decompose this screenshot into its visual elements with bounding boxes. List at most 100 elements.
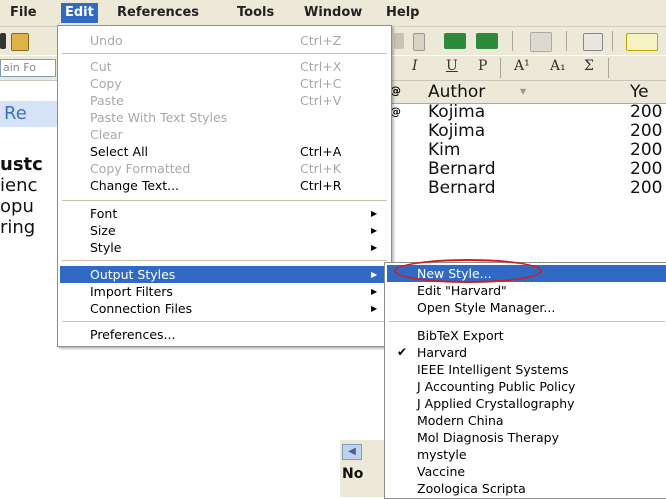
shortcut-label: Ctrl+R [300, 178, 342, 193]
menu-item-import-filters[interactable]: Import Filters ▶ [60, 283, 389, 300]
submenu-arrow-icon: ▶ [371, 209, 378, 218]
style-item[interactable]: Modern China [387, 412, 666, 429]
font-field[interactable]: ain Fo [0, 59, 56, 77]
menu-separator [62, 53, 387, 54]
style-label: IEEE Intelligent Systems [417, 362, 569, 377]
submenu-item-open-style-manager[interactable]: Open Style Manager... [387, 299, 666, 316]
open-folder-icon[interactable] [11, 33, 29, 51]
submenu-item-label: Open Style Manager... [417, 300, 556, 315]
scroll-left-button[interactable]: ◀ [342, 444, 362, 460]
menu-item-select-all[interactable]: Select All Ctrl+A [60, 143, 389, 160]
menu-edit[interactable]: Edit [61, 3, 98, 23]
sort-arrow-icon: ▼ [520, 87, 527, 96]
author-cell: Kojima [428, 121, 486, 141]
menu-item-copy[interactable]: Copy Ctrl+C [60, 75, 389, 92]
toolbar-arrow-icon[interactable] [394, 33, 404, 49]
style-label: mystyle [417, 447, 467, 462]
menu-separator [62, 260, 387, 261]
annotation-circle [394, 259, 542, 283]
menu-item-preferences[interactable]: Preferences... [60, 326, 389, 343]
menu-item-paste-with-text-styles[interactable]: Paste With Text Styles [60, 109, 389, 126]
style-item[interactable]: Mol Diagnosis Therapy [387, 429, 666, 446]
toolbar-bracket-icon[interactable] [413, 33, 425, 51]
toolbar-separator [608, 58, 609, 78]
menu-separator [62, 321, 387, 322]
preview-pane-strip: ◀ No [340, 440, 387, 497]
menu-references[interactable]: References [113, 3, 203, 23]
left-panel-title: Re [4, 103, 27, 124]
author-column-header[interactable]: Author [428, 82, 485, 102]
menu-item-style[interactable]: Style ▶ [60, 239, 389, 256]
output-styles-submenu: New Style... Edit "Harvard" Open Style M… [384, 262, 666, 499]
menu-item-font[interactable]: Font ▶ [60, 205, 389, 222]
submenu-item-edit-harvard[interactable]: Edit "Harvard" [387, 282, 666, 299]
year-cell: 200 [630, 121, 663, 141]
style-label: Vaccine [417, 464, 466, 479]
menu-help[interactable]: Help [382, 3, 423, 23]
menu-item-cut[interactable]: Cut Ctrl+X [60, 58, 389, 75]
author-cell: Bernard [428, 178, 496, 198]
menu-item-label: Paste With Text Styles [90, 110, 228, 125]
left-text-line: ustc [0, 154, 43, 175]
author-cell: Kim [428, 140, 461, 160]
menu-item-label: Style [90, 240, 122, 255]
style-item[interactable]: BibTeX Export [387, 327, 666, 344]
underline-button[interactable]: U [446, 58, 458, 74]
format-bibliography-icon[interactable] [476, 33, 498, 49]
left-text-line: opu [0, 196, 34, 217]
style-item[interactable]: J Accounting Public Policy [387, 378, 666, 395]
menu-item-change-text[interactable]: Change Text... Ctrl+R [60, 177, 389, 194]
style-label: Mol Diagnosis Therapy [417, 430, 559, 445]
shortcut-label: Ctrl+A [300, 144, 342, 159]
menu-window[interactable]: Window [300, 3, 366, 23]
year-cell: 200 [630, 178, 663, 198]
submenu-arrow-icon: ▶ [371, 304, 378, 313]
style-item[interactable]: Vaccine [387, 463, 666, 480]
left-panel-header: Re [0, 101, 60, 127]
menu-item-connection-files[interactable]: Connection Files ▶ [60, 300, 389, 317]
new-icon[interactable] [0, 33, 6, 49]
menu-item-label: Select All [90, 144, 149, 159]
menu-separator [389, 321, 665, 322]
menu-file[interactable]: File [6, 3, 41, 23]
year-column-header[interactable]: Ye [630, 82, 649, 102]
preview-label: No [342, 466, 364, 482]
menu-tools[interactable]: Tools [233, 3, 278, 23]
checkmark-icon: ✔ [397, 345, 408, 359]
menu-item-undo[interactable]: Undo Ctrl+Z [60, 32, 389, 49]
menu-item-label: Cut [90, 59, 112, 74]
subscript-button[interactable]: A₁ [550, 58, 566, 74]
menu-item-label: Size [90, 223, 116, 238]
insert-citation-icon[interactable] [444, 33, 466, 49]
menu-item-label: Output Styles [90, 267, 176, 282]
shortcut-label: Ctrl+V [300, 93, 342, 108]
symbol-button[interactable]: Σ [584, 58, 594, 74]
year-cell: 200 [630, 159, 663, 179]
toolbar-separator [566, 31, 567, 51]
style-item[interactable]: mystyle [387, 446, 666, 463]
menu-item-size[interactable]: Size ▶ [60, 222, 389, 239]
submenu-arrow-icon: ▶ [371, 226, 378, 235]
style-label: J Applied Crystallography [417, 396, 575, 411]
style-item-harvard[interactable]: ✔ Harvard [387, 344, 666, 361]
menu-item-copy-formatted[interactable]: Copy Formatted Ctrl+K [60, 160, 389, 177]
menu-item-paste[interactable]: Paste Ctrl+V [60, 92, 389, 109]
style-item[interactable]: IEEE Intelligent Systems [387, 361, 666, 378]
author-cell: Bernard [428, 159, 496, 179]
spellcheck-icon[interactable] [530, 32, 552, 52]
menu-item-clear[interactable]: Clear [60, 126, 389, 143]
window-icon[interactable] [583, 33, 603, 51]
italic-button[interactable]: I [412, 58, 418, 74]
preview-icon[interactable] [626, 33, 658, 51]
style-item[interactable]: J Applied Crystallography [387, 395, 666, 412]
menu-item-label: Copy Formatted [90, 161, 191, 176]
left-text-line: ring [0, 217, 36, 238]
menu-item-output-styles[interactable]: Output Styles ▶ [60, 266, 389, 283]
style-item[interactable]: Zoologica Scripta [387, 480, 666, 497]
submenu-arrow-icon: ▶ [371, 270, 378, 279]
menu-item-label: Import Filters [90, 284, 173, 299]
superscript-button[interactable]: A¹ [514, 58, 530, 74]
shortcut-label: Ctrl+K [300, 161, 341, 176]
plain-button[interactable]: P [478, 58, 487, 74]
menu-item-label: Connection Files [90, 301, 193, 316]
